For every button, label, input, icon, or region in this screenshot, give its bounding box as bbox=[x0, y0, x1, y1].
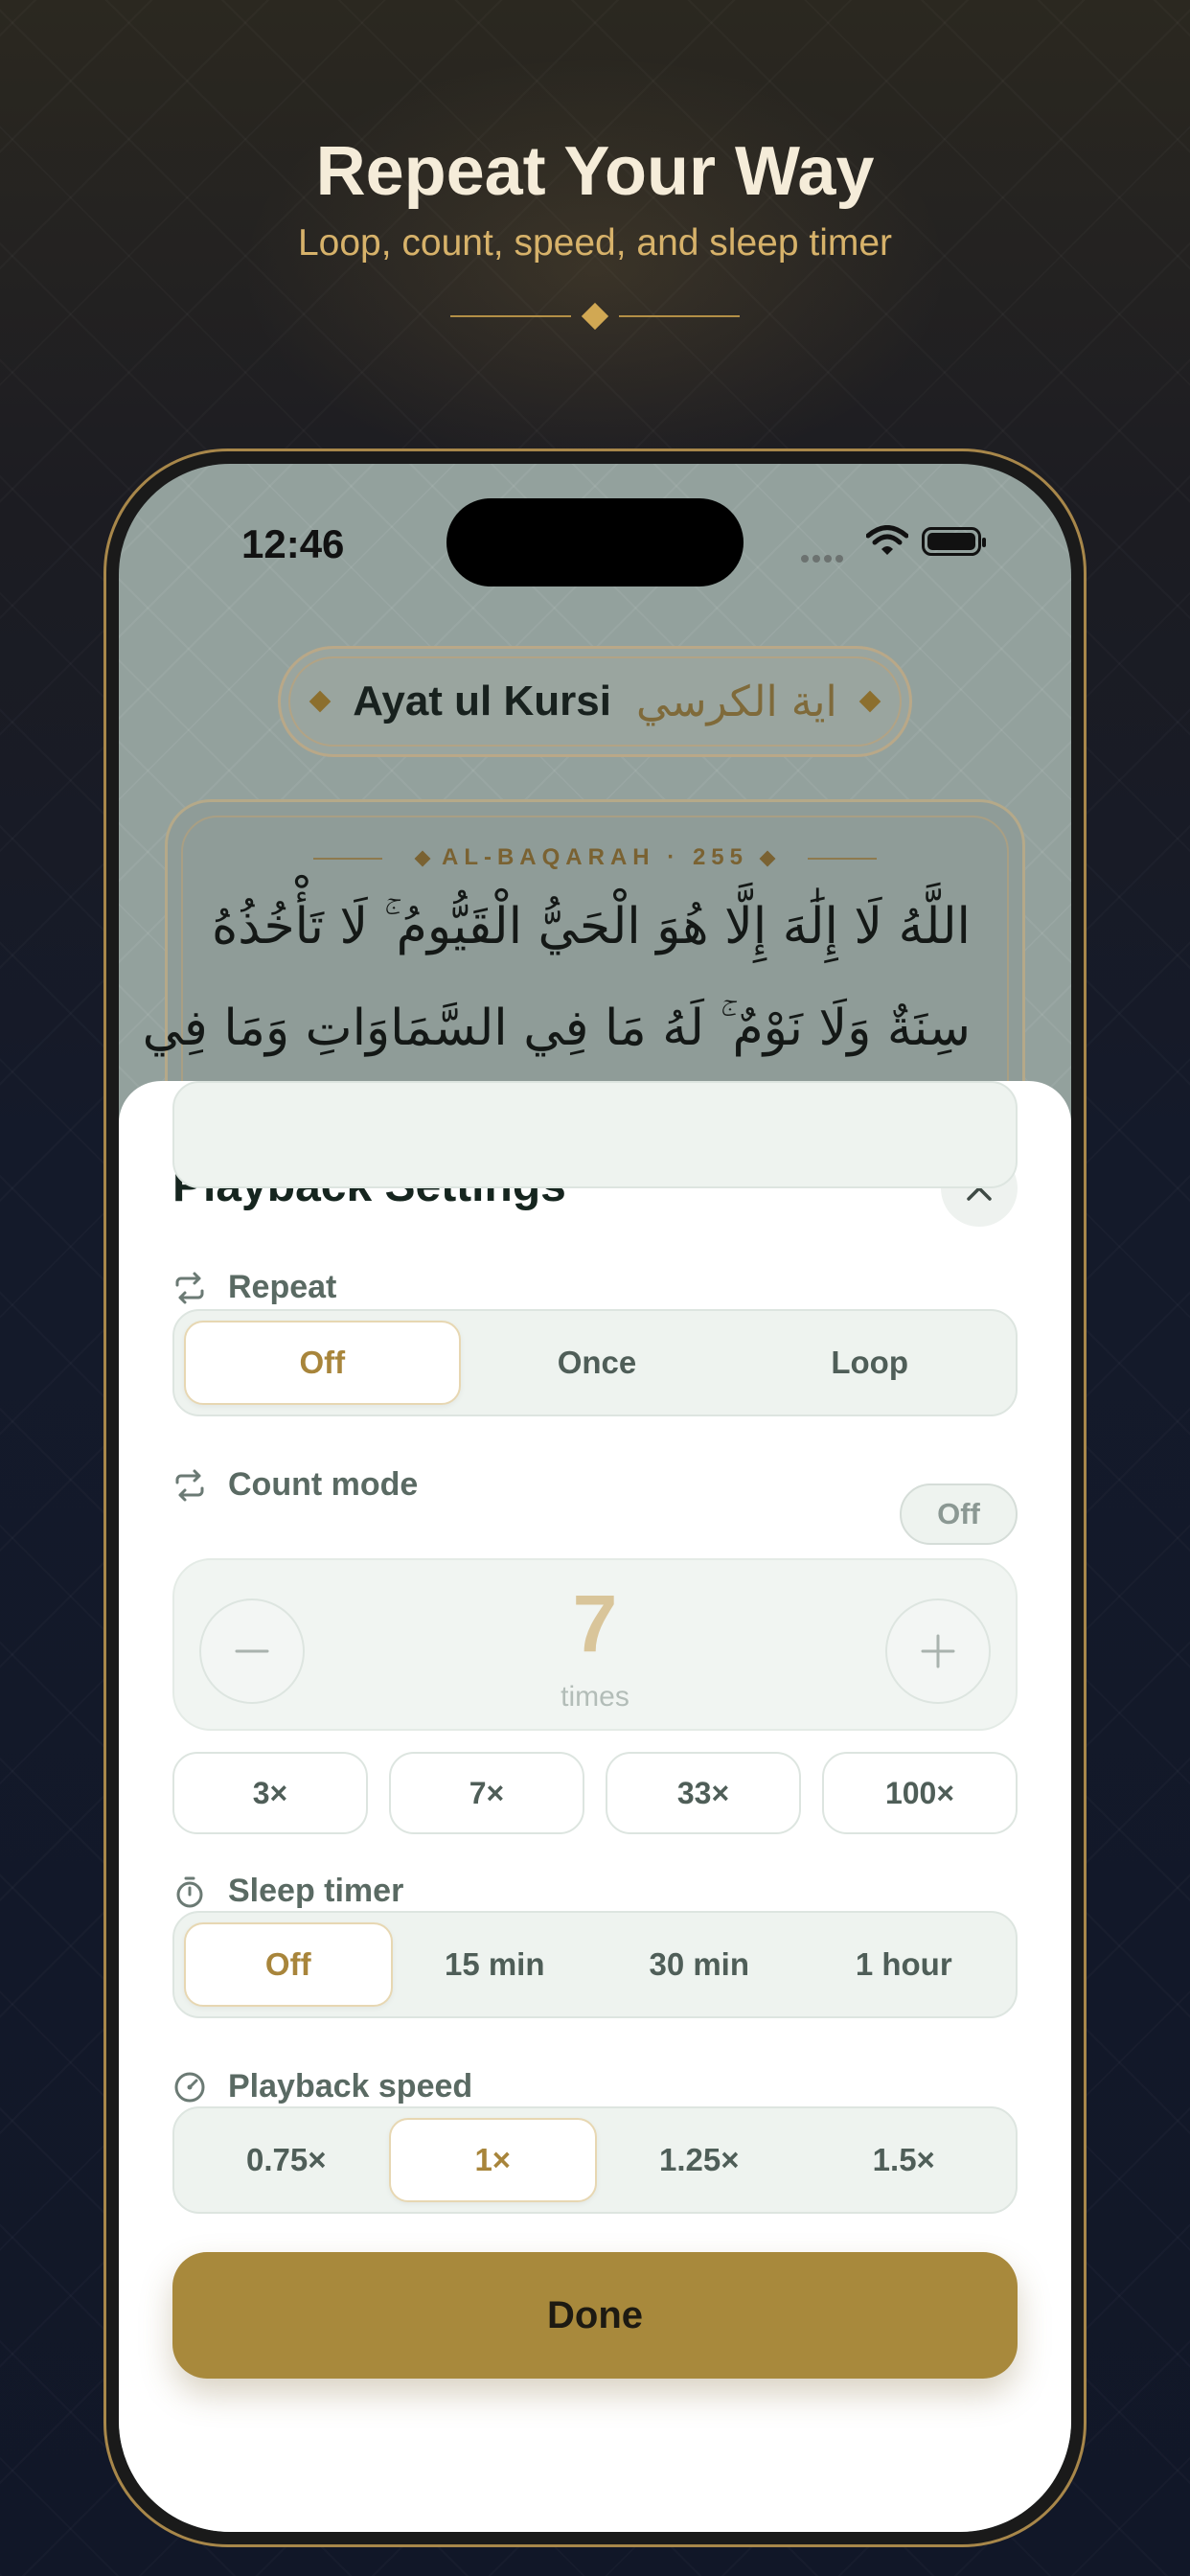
cellular-signal-icon bbox=[801, 550, 847, 567]
repeat-option-loop[interactable]: Loop bbox=[733, 1321, 1006, 1405]
sleep-timer-segmented-control: Off 15 min 30 min 1 hour bbox=[172, 1911, 1018, 2018]
playback-speed-label: Playback speed bbox=[172, 2068, 472, 2105]
surah-title-pill: Ayat ul Kursi اية الكرسي bbox=[278, 646, 912, 757]
repeat-icon bbox=[175, 1272, 204, 1303]
plus-icon bbox=[921, 1634, 955, 1668]
repeat-icon bbox=[175, 1469, 204, 1501]
repeat-label: Repeat bbox=[172, 1269, 336, 1306]
title-english: Ayat ul Kursi bbox=[353, 678, 611, 724]
increment-button[interactable] bbox=[885, 1598, 991, 1704]
preset-33x[interactable]: 33× bbox=[606, 1752, 801, 1834]
promo-subheadline: Loop, count, speed, and sleep timer bbox=[297, 222, 893, 264]
sleep-timer-label: Sleep timer bbox=[172, 1873, 403, 1910]
preset-3x[interactable]: 3× bbox=[172, 1752, 368, 1834]
repeat-option-off[interactable]: Off bbox=[184, 1321, 461, 1405]
battery-icon bbox=[922, 527, 986, 556]
repeat-segmented-control: Off Once Loop bbox=[172, 1309, 1018, 1416]
verse-line-2: سِنَةٌ وَلَا نَوْمٌ ۚ لَهُ مَا فِي السَّ… bbox=[142, 1000, 971, 1057]
wifi-icon bbox=[866, 525, 908, 555]
diamond-icon bbox=[309, 690, 332, 713]
speed-option-1x[interactable]: 1× bbox=[388, 2118, 597, 2202]
sleep-option-30min[interactable]: 30 min bbox=[597, 1922, 802, 2007]
verse-line-1: اللَّهُ لَا إِلَٰهَ إِلَّا هُوَ الْحَيُّ… bbox=[211, 898, 971, 955]
ornament-divider bbox=[450, 302, 740, 331]
phone-screen: 12:46 Ayat ul Kursi اية الكرسي AL-BAQARA… bbox=[119, 464, 1071, 2532]
background-glow bbox=[212, 38, 978, 498]
title-arabic: اية الكرسي bbox=[635, 677, 837, 726]
done-button[interactable]: Done bbox=[172, 2252, 1018, 2379]
sleep-option-15min[interactable]: 15 min bbox=[393, 1922, 598, 2007]
count-mode-toggle[interactable]: Off bbox=[900, 1484, 1018, 1545]
preset-100x[interactable]: 100× bbox=[822, 1752, 1018, 1834]
repeat-option-once[interactable]: Once bbox=[461, 1321, 734, 1405]
speed-option-1-25x[interactable]: 1.25× bbox=[597, 2118, 802, 2202]
playback-speed-segmented-control: 0.75× 1× 1.25× 1.5× bbox=[172, 2106, 1018, 2214]
speed-option-0-75x[interactable]: 0.75× bbox=[184, 2118, 389, 2202]
diamond-icon bbox=[414, 850, 431, 867]
preset-7x[interactable]: 7× bbox=[389, 1752, 584, 1834]
dynamic-island bbox=[446, 498, 744, 586]
count-mode-label: Count mode bbox=[172, 1466, 418, 1504]
count-presets: 3× 7× 33× 100× bbox=[172, 1752, 1018, 1834]
diamond-icon bbox=[759, 850, 776, 867]
sleep-option-off[interactable]: Off bbox=[184, 1922, 393, 2007]
diamond-icon bbox=[858, 690, 881, 713]
sleep-option-1hour[interactable]: 1 hour bbox=[802, 1922, 1007, 2007]
playback-settings-sheet: Playback Settings Repeat Off Once Loop bbox=[119, 1081, 1071, 2532]
speedometer-icon bbox=[174, 2072, 205, 2102]
status-time: 12:46 bbox=[241, 521, 345, 566]
diamond-icon bbox=[581, 302, 609, 331]
speed-option-1-5x[interactable]: 1.5× bbox=[802, 2118, 1007, 2202]
count-unit: times bbox=[561, 1681, 629, 1713]
promo-headline: Repeat Your Way bbox=[315, 133, 875, 210]
stopwatch-icon bbox=[176, 1876, 203, 1907]
surah-reference: AL-BAQARAH · 255 bbox=[168, 844, 1022, 871]
count-stepper: 7 times bbox=[172, 1558, 1018, 1731]
